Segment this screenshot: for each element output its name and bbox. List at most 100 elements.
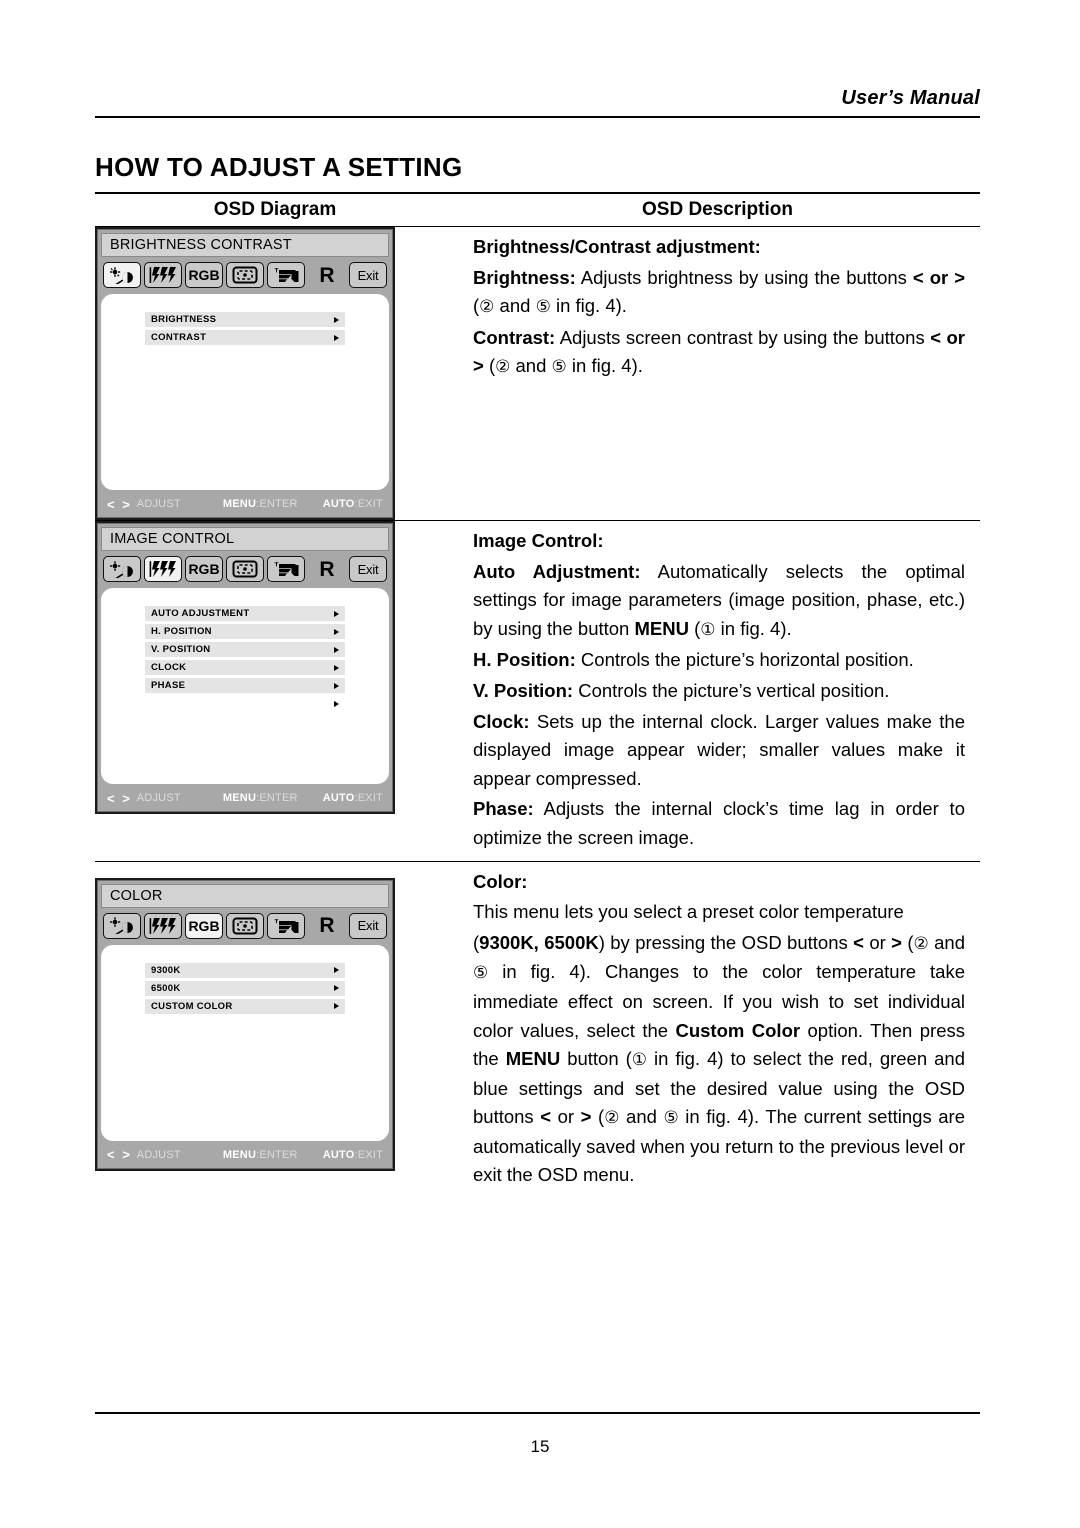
reset-icon[interactable]: R	[308, 556, 346, 582]
color-key-gt-2: >	[580, 1106, 592, 1128]
reset-letter: R	[319, 263, 335, 287]
brightness-contrast-icon[interactable]	[103, 262, 141, 288]
circled-number-2: ②	[913, 933, 929, 953]
osd-footer-auto: AUTO : EXIT	[314, 1149, 383, 1161]
osd-icon-bar: RGB R Exit	[101, 910, 389, 941]
osd-menu-item-brightness[interactable]: BRIGHTNESS	[145, 312, 345, 327]
image-control-icon[interactable]	[144, 262, 182, 288]
position-icon[interactable]	[226, 556, 264, 582]
osd-table: OSD Diagram OSD Description BRIGHTNESS C…	[95, 192, 980, 1198]
chevron-right-icon	[334, 682, 339, 689]
desc-contrast-text-b: (	[483, 355, 496, 377]
desc-clock-label: Clock:	[473, 710, 530, 732]
color-custom-option: Custom Color	[675, 1019, 801, 1041]
exit-label: Exit	[357, 267, 379, 283]
menu-key: MENU	[222, 498, 257, 510]
desc-contrast-label: Contrast:	[473, 326, 556, 348]
auto-key: AUTO	[322, 498, 355, 510]
osd-screen-area: AUTO ADJUSTMENT H. POSITION V. POSITION	[101, 588, 389, 784]
osd-menu-item-v-position[interactable]: V. POSITION	[145, 642, 345, 657]
circled-number-1: ①	[700, 619, 716, 639]
exit-icon[interactable]: Exit	[349, 912, 387, 939]
osd-panel-color: COLOR RGB R Exit 9300K 6500K CUSTOM COLO…	[95, 877, 395, 1171]
osd-menu-item-auto-adjustment[interactable]: AUTO ADJUSTMENT	[145, 606, 345, 621]
desc-brightness-text-d: in fig. 4).	[550, 295, 627, 317]
osd-menu-item-phase[interactable]: PHASE	[145, 678, 345, 693]
osd-menu-item-9300k[interactable]: 9300K	[145, 962, 345, 978]
reset-icon[interactable]: R	[308, 912, 346, 939]
osd-screen-area: BRIGHTNESS CONTRAST	[101, 294, 389, 490]
desc-phase: Phase: Adjusts the internal clock’s time…	[473, 795, 965, 852]
desc-hpos-text: Controls the picture’s horizontal positi…	[575, 649, 914, 671]
color-menu-key: MENU	[505, 1048, 561, 1070]
exit-icon[interactable]: Exit	[349, 556, 387, 582]
tools-language-icon[interactable]	[267, 556, 305, 582]
desc-brightness-keys: < or >	[912, 266, 965, 288]
reset-letter: R	[319, 557, 335, 581]
osd-menu-item-clock[interactable]: CLOCK	[145, 660, 345, 675]
desc-auto-menu-key: MENU	[634, 617, 689, 639]
osd-menu-item-contrast[interactable]: CONTRAST	[145, 330, 345, 345]
desc-contrast-text-d: in fig. 4).	[566, 355, 643, 377]
desc-phase-text: Adjusts the internal clock’s time lag in…	[473, 798, 965, 848]
osd-menu-item-label: 9300K	[151, 964, 181, 976]
osd-menu-item-label: CUSTOM COLOR	[151, 1000, 233, 1012]
brightness-contrast-icon[interactable]	[103, 912, 141, 939]
desc-auto-adjustment: Auto Adjustment: Automatically selects t…	[473, 558, 965, 645]
header-divider	[95, 116, 980, 118]
osd-icon-bar: RGB R Exit	[101, 554, 389, 584]
circled-number-2: ②	[604, 1108, 620, 1128]
column-header-osd-description: OSD Description	[642, 199, 793, 220]
osd-footer-menu: MENU : ENTER	[223, 498, 314, 510]
color-rgb-icon[interactable]: RGB	[185, 262, 223, 288]
color-text-d: and	[928, 931, 966, 953]
desc-auto-text-c: in fig. 4).	[715, 617, 792, 639]
exit-icon[interactable]: Exit	[349, 262, 387, 288]
tools-language-icon[interactable]	[267, 262, 305, 288]
auto-action-label: EXIT	[357, 498, 383, 510]
column-header-osd-diagram: OSD Diagram	[213, 199, 337, 220]
page-header: User’s Manual	[95, 86, 980, 118]
desc-heading-image-control: Image Control:	[473, 530, 604, 551]
desc-v-position: V. Position: Controls the picture’s vert…	[473, 677, 965, 706]
image-control-icon[interactable]	[144, 556, 182, 582]
reset-icon[interactable]: R	[308, 262, 346, 288]
table-header-row: OSD Diagram OSD Description	[95, 194, 980, 226]
auto-action-label: EXIT	[357, 1148, 383, 1161]
color-text-i: (	[591, 1106, 605, 1128]
color-rgb-icon[interactable]: RGB	[185, 556, 223, 582]
desc-auto-text-b: (	[688, 617, 701, 639]
color-or-2: or	[551, 1106, 581, 1128]
cell-diagram-brightness-contrast: BRIGHTNESS CONTRAST RGB R Exit BRIGHTNES…	[95, 227, 455, 520]
chevron-right-icon	[334, 700, 339, 707]
osd-menu-item-label: CLOCK	[151, 662, 187, 673]
chevron-right-icon	[334, 610, 339, 617]
desc-h-position: H. Position: Controls the picture’s hori…	[473, 646, 965, 675]
osd-menu-item-overflow[interactable]	[145, 696, 345, 711]
table-row: COLOR RGB R Exit 9300K 6500K CUSTOM COLO…	[95, 862, 980, 1199]
desc-auto-label: Auto Adjustment:	[473, 560, 641, 582]
desc-brightness: Brightness: Adjusts brightness by using …	[473, 264, 965, 322]
osd-title-image-control: IMAGE CONTROL	[101, 527, 389, 551]
reset-letter: R	[319, 914, 335, 938]
cell-diagram-color: COLOR RGB R Exit 9300K 6500K CUSTOM COLO…	[95, 862, 455, 1171]
menu-key: MENU	[222, 1148, 257, 1161]
image-control-icon[interactable]	[144, 912, 182, 939]
color-text-b: ) by pressing the OSD buttons	[598, 931, 854, 953]
osd-menu-item-label: V. POSITION	[151, 644, 211, 655]
color-key-lt-2: <	[540, 1106, 552, 1128]
color-key-gt: >	[891, 931, 902, 953]
manual-page: User’s Manual HOW TO ADJUST A SETTING OS…	[0, 0, 1080, 1528]
osd-menu-item-6500k[interactable]: 6500K	[145, 980, 345, 996]
desc-clock-text: Sets up the internal clock. Larger value…	[473, 710, 965, 789]
tools-language-icon[interactable]	[267, 912, 305, 939]
brightness-contrast-icon[interactable]	[103, 556, 141, 582]
position-icon[interactable]	[226, 912, 264, 939]
chevron-right-icon	[334, 628, 339, 635]
osd-menu-item-h-position[interactable]: H. POSITION	[145, 624, 345, 639]
osd-menu-item-custom-color[interactable]: CUSTOM COLOR	[145, 998, 345, 1014]
position-icon[interactable]	[226, 262, 264, 288]
auto-key: AUTO	[322, 1148, 355, 1161]
desc-contrast: Contrast: Adjusts screen contrast by usi…	[473, 324, 965, 382]
color-rgb-icon[interactable]: RGB	[185, 912, 223, 939]
